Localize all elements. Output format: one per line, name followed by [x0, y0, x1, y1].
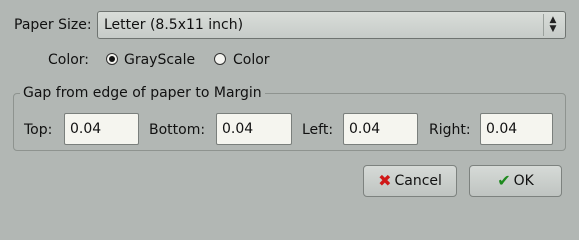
color-label: Color:: [48, 52, 90, 68]
ok-button[interactable]: ✔ OK: [469, 165, 562, 197]
top-field[interactable]: [64, 113, 139, 145]
updown-arrows-icon: ▲ ▼: [543, 14, 562, 36]
right-field[interactable]: [480, 113, 553, 145]
cancel-button[interactable]: ✖ Cancel: [363, 165, 457, 197]
radio-color[interactable]: [214, 53, 226, 65]
radio-grayscale-label[interactable]: GrayScale: [124, 51, 195, 69]
paper-size-value: Letter (8.5x11 inch): [104, 17, 244, 33]
bottom-label: Bottom:: [149, 122, 206, 138]
red-x-icon: ✖: [378, 171, 392, 190]
bottom-field[interactable]: [216, 113, 292, 145]
green-check-icon: ✔: [497, 171, 511, 190]
left-field[interactable]: [343, 113, 418, 145]
paper-size-select[interactable]: Letter (8.5x11 inch) ▲ ▼: [97, 11, 566, 39]
cancel-button-label: Cancel: [394, 173, 442, 189]
radio-color-label[interactable]: Color: [233, 51, 270, 69]
top-label: Top:: [24, 122, 53, 138]
radio-grayscale[interactable]: [106, 53, 118, 65]
right-label: Right:: [429, 122, 471, 138]
left-label: Left:: [302, 122, 334, 138]
gap-group-title: Gap from edge of paper to Margin: [20, 84, 265, 102]
paper-size-label: Paper Size:: [14, 17, 92, 33]
ok-button-label: OK: [513, 173, 534, 189]
